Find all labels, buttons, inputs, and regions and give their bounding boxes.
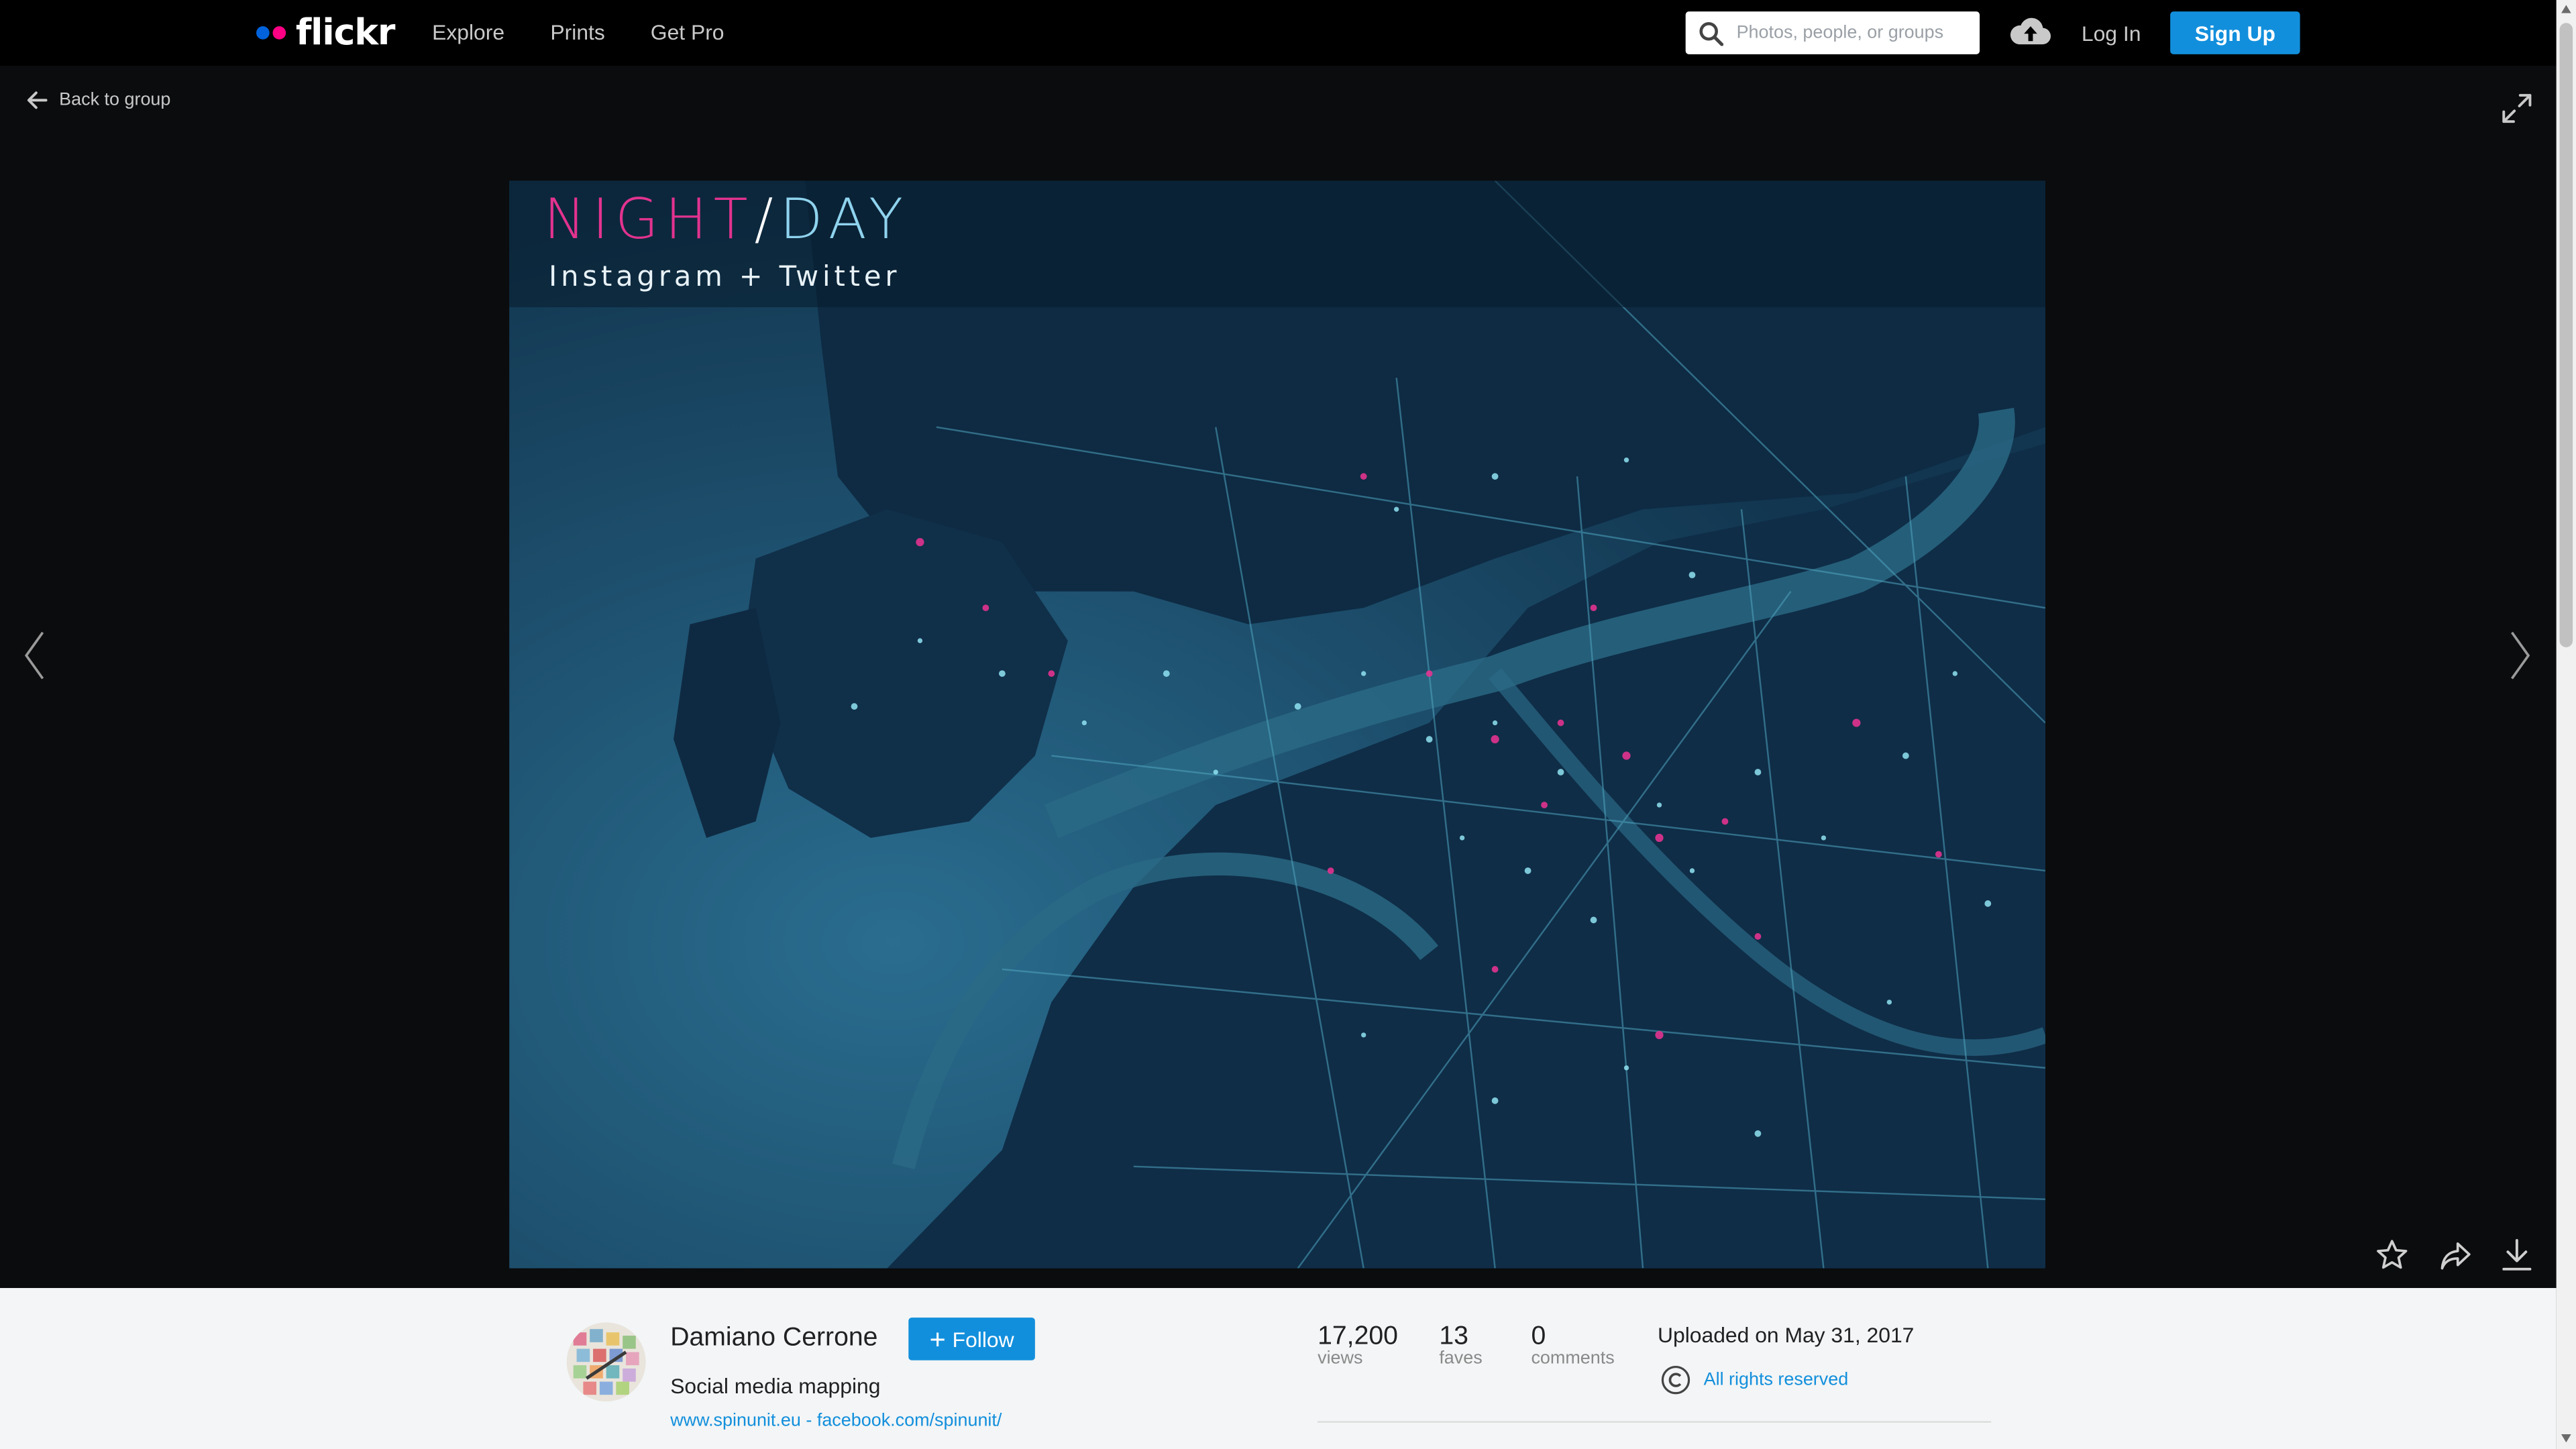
comments-label: comments: [1531, 1348, 1615, 1369]
chevron-right-icon[interactable]: [2509, 631, 2532, 680]
plus-icon: +: [929, 1323, 946, 1355]
copyright-icon: [1661, 1365, 1690, 1395]
faves-count: 13: [1439, 1322, 1468, 1351]
back-to-group-label: Back to group: [59, 90, 171, 111]
scrollbar-thumb[interactable]: [2559, 23, 2573, 647]
star-icon[interactable]: [2375, 1239, 2408, 1272]
website-link[interactable]: www.spinunit.eu: [670, 1411, 801, 1431]
main-photo[interactable]: NIGHT/DAY Instagram + Twitter: [509, 180, 2046, 1269]
search-input[interactable]: [1736, 17, 1967, 48]
top-navigation-bar: flickr Explore Prints Get Pro Log In Sig…: [0, 0, 2557, 66]
page-scrollbar[interactable]: [2556, 0, 2576, 1449]
stat-views: 17,200 views: [1318, 1322, 1398, 1368]
arrow-left-icon: [27, 91, 48, 109]
logo-text: flickr: [295, 12, 396, 54]
avatar[interactable]: [566, 1322, 646, 1401]
headline-slash: /: [754, 187, 780, 254]
link-separator: -: [800, 1411, 817, 1432]
back-to-group-link[interactable]: Back to group: [26, 91, 170, 110]
scroll-down-icon[interactable]: [2561, 1434, 2571, 1443]
divider: [1318, 1421, 1992, 1423]
photo-description-links: www.spinunit.eu - facebook.com/spinunit/: [670, 1411, 1002, 1431]
download-icon[interactable]: [2502, 1239, 2532, 1272]
avatar-image: [566, 1322, 646, 1401]
headline-night: NIGHT: [543, 187, 755, 254]
author-name[interactable]: Damiano Cerrone: [670, 1324, 877, 1354]
views-count: 17,200: [1318, 1322, 1398, 1351]
sign-up-button[interactable]: Sign Up: [2170, 11, 2300, 54]
logo-pink-dot: [272, 26, 286, 40]
chevron-left-icon[interactable]: [23, 631, 46, 680]
nav-get-pro[interactable]: Get Pro: [651, 19, 724, 44]
photo-info-panel: Damiano Cerrone + Follow Social media map…: [0, 1288, 2557, 1449]
photo-headline: NIGHT/DAY: [544, 187, 910, 253]
login-link[interactable]: Log In: [2082, 21, 2141, 46]
photo-title: Social media mapping: [670, 1373, 881, 1399]
expand-icon[interactable]: [2502, 94, 2532, 123]
search-icon: [1699, 21, 1724, 46]
faves-label: faves: [1439, 1348, 1483, 1369]
page: flickr Explore Prints Get Pro Log In Sig…: [0, 0, 2576, 1449]
nav-explore[interactable]: Explore: [432, 19, 504, 44]
logo-blue-dot: [256, 26, 270, 40]
nav-prints[interactable]: Prints: [550, 19, 604, 44]
headline-day: DAY: [780, 187, 910, 254]
facebook-link[interactable]: facebook.com/spinunit/: [817, 1411, 1002, 1431]
comments-count: 0: [1531, 1322, 1546, 1351]
search-box[interactable]: [1685, 11, 1980, 54]
cloud-upload-icon[interactable]: [2008, 15, 2054, 48]
follow-label: Follow: [952, 1326, 1014, 1352]
license-link[interactable]: All rights reserved: [1661, 1365, 1848, 1395]
share-icon[interactable]: [2440, 1239, 2473, 1272]
scroll-up-icon[interactable]: [2561, 5, 2571, 13]
follow-button[interactable]: + Follow: [908, 1318, 1035, 1360]
upload-date: Uploaded on May 31, 2017: [1658, 1322, 1915, 1348]
city-map-image: [509, 180, 2046, 1269]
flickr-logo[interactable]: flickr: [256, 10, 396, 56]
stat-faves: 13 faves: [1439, 1322, 1482, 1368]
stat-comments: 0 comments: [1531, 1322, 1614, 1368]
license-label: All rights reserved: [1703, 1370, 1849, 1390]
photo-subtitle: Instagram + Twitter: [548, 261, 901, 294]
